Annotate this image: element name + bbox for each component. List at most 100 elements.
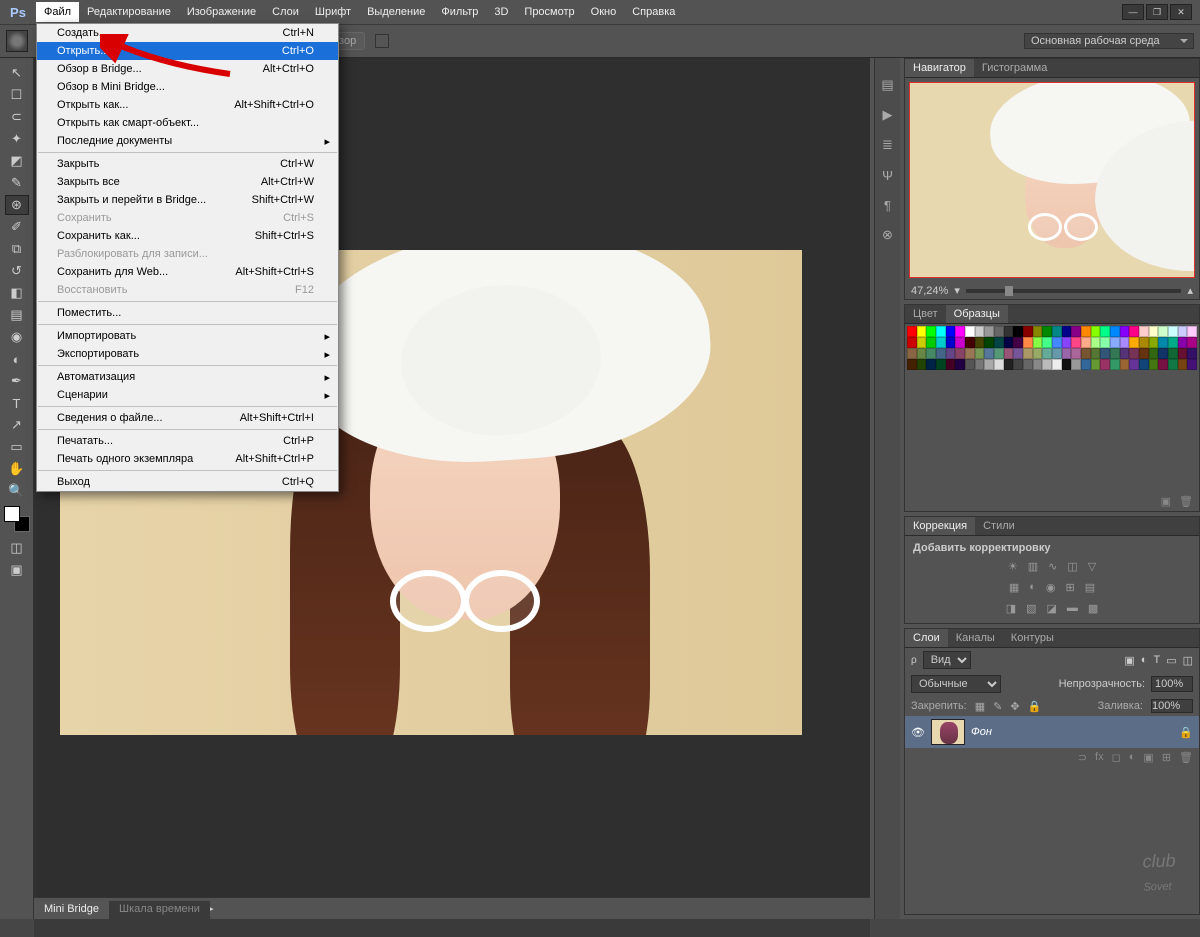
swatch[interactable]: [984, 359, 994, 370]
filter-type-icon[interactable]: T: [1153, 654, 1160, 666]
swatch[interactable]: [1129, 337, 1139, 348]
new-swatch-icon[interactable]: ▣: [1161, 495, 1171, 508]
pattern-swatch-icon[interactable]: [375, 34, 389, 48]
color-lookup-icon[interactable]: ▤: [1085, 581, 1095, 594]
paragraph-panel-icon[interactable]: ¶: [879, 196, 897, 214]
swatch[interactable]: [1129, 326, 1139, 337]
swatch[interactable]: [926, 326, 936, 337]
brush-tool-icon[interactable]: ✐: [5, 217, 29, 237]
swatch[interactable]: [955, 348, 965, 359]
tool-preset-icon[interactable]: [6, 30, 28, 52]
swatch-grid[interactable]: [905, 324, 1199, 372]
swatch[interactable]: [1158, 359, 1168, 370]
menu-item[interactable]: Создать...Ctrl+N: [37, 24, 338, 42]
swatch[interactable]: [1178, 359, 1188, 370]
swatch[interactable]: [965, 326, 975, 337]
menu-слои[interactable]: Слои: [264, 2, 307, 22]
swatch[interactable]: [1062, 326, 1072, 337]
selective-color-icon[interactable]: ▩: [1088, 602, 1098, 615]
tab-timeline[interactable]: Шкала времени: [109, 901, 210, 919]
swatch[interactable]: [984, 348, 994, 359]
bw-icon[interactable]: ◐: [1029, 581, 1036, 594]
swatch[interactable]: [1062, 359, 1072, 370]
swatch[interactable]: [955, 337, 965, 348]
filter-shape-icon[interactable]: ▭: [1166, 654, 1176, 667]
swatch[interactable]: [1004, 348, 1014, 359]
character-panel-icon[interactable]: Ψ: [879, 166, 897, 184]
swatch[interactable]: [926, 337, 936, 348]
menu-файл[interactable]: Файл: [36, 2, 79, 22]
hue-icon[interactable]: ▦: [1009, 581, 1019, 594]
swatch[interactable]: [1100, 337, 1110, 348]
swatch[interactable]: [907, 326, 917, 337]
brush-panel-icon[interactable]: ⊗: [879, 226, 897, 244]
layer-row[interactable]: 👁 Фон 🔒: [905, 716, 1199, 748]
swatch[interactable]: [907, 359, 917, 370]
swatch[interactable]: [1149, 326, 1159, 337]
lock-paint-icon[interactable]: ✎: [993, 700, 1002, 713]
swatch[interactable]: [1071, 348, 1081, 359]
history-brush-tool-icon[interactable]: ↺: [5, 261, 29, 281]
maximize-button[interactable]: ❐: [1146, 4, 1168, 20]
menu-item[interactable]: Открыть как...Alt+Shift+Ctrl+O: [37, 96, 338, 114]
swatch[interactable]: [975, 348, 985, 359]
lock-all-icon[interactable]: 🔒: [1028, 700, 1042, 713]
swatch[interactable]: [1139, 337, 1149, 348]
new-group-icon[interactable]: ▣: [1143, 751, 1153, 764]
photo-filter-icon[interactable]: ◉: [1046, 581, 1056, 594]
actions-panel-icon[interactable]: ▶: [879, 106, 897, 124]
swatch[interactable]: [1081, 348, 1091, 359]
swatch[interactable]: [1091, 326, 1101, 337]
swatch[interactable]: [984, 337, 994, 348]
menu-item[interactable]: Импортировать▸: [37, 327, 338, 345]
swatch[interactable]: [1100, 326, 1110, 337]
tab-adjustments[interactable]: Коррекция: [905, 517, 975, 535]
swatch[interactable]: [917, 337, 927, 348]
link-layers-icon[interactable]: ⊃: [1078, 751, 1087, 764]
menu-item[interactable]: Закрыть всеAlt+Ctrl+W: [37, 173, 338, 191]
swatch[interactable]: [994, 359, 1004, 370]
type-tool-icon[interactable]: T: [5, 393, 29, 413]
new-layer-icon[interactable]: ⊞: [1162, 751, 1171, 764]
fill-input[interactable]: [1151, 699, 1193, 713]
swatch[interactable]: [1042, 337, 1052, 348]
swatch[interactable]: [1013, 337, 1023, 348]
delete-swatch-icon[interactable]: 🗑: [1179, 495, 1193, 508]
swatch[interactable]: [1033, 337, 1043, 348]
menu-item[interactable]: Автоматизация▸: [37, 368, 338, 386]
visibility-icon[interactable]: 👁: [911, 726, 925, 739]
swatch[interactable]: [1023, 348, 1033, 359]
menu-просмотр[interactable]: Просмотр: [516, 2, 582, 22]
blend-mode-select[interactable]: Обычные: [911, 675, 1001, 693]
swatch[interactable]: [1187, 337, 1197, 348]
swatch[interactable]: [1081, 326, 1091, 337]
swatch[interactable]: [1023, 326, 1033, 337]
swatch[interactable]: [1120, 337, 1130, 348]
swatch[interactable]: [965, 337, 975, 348]
swatch[interactable]: [1042, 348, 1052, 359]
swatch[interactable]: [946, 348, 956, 359]
zoom-in-icon[interactable]: ▴: [1187, 284, 1193, 297]
swatch[interactable]: [1149, 359, 1159, 370]
menu-item[interactable]: Печать одного экземпляраAlt+Shift+Ctrl+P: [37, 450, 338, 468]
swatch[interactable]: [975, 326, 985, 337]
swatch[interactable]: [1033, 348, 1043, 359]
swatch[interactable]: [1139, 359, 1149, 370]
layer-mask-icon[interactable]: ◻: [1112, 751, 1121, 764]
swatch[interactable]: [1129, 348, 1139, 359]
channel-mixer-icon[interactable]: ⊞: [1066, 581, 1075, 594]
swatch[interactable]: [1042, 359, 1052, 370]
lasso-tool-icon[interactable]: ⊂: [5, 107, 29, 127]
zoom-tool-icon[interactable]: 🔍: [5, 481, 29, 501]
menu-item[interactable]: Экспортировать▸: [37, 345, 338, 363]
menu-item[interactable]: Последние документы▸: [37, 132, 338, 150]
tab-swatches[interactable]: Образцы: [946, 305, 1008, 323]
navigator-preview[interactable]: [909, 82, 1195, 278]
swatch[interactable]: [975, 359, 985, 370]
swatch[interactable]: [1091, 348, 1101, 359]
eyedropper-tool-icon[interactable]: ✎: [5, 173, 29, 193]
swatch[interactable]: [955, 359, 965, 370]
swatch[interactable]: [1004, 337, 1014, 348]
delete-layer-icon[interactable]: 🗑: [1179, 751, 1193, 764]
swatch[interactable]: [965, 348, 975, 359]
